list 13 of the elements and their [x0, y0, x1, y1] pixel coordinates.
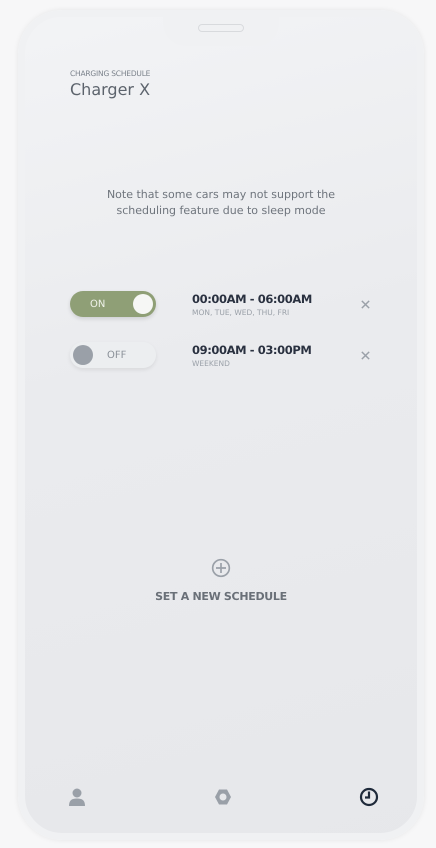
toggle-switch[interactable]: ON [70, 291, 156, 317]
add-icon[interactable] [211, 558, 231, 578]
add-schedule-link[interactable]: SET A NEW SCHEDULE [155, 590, 287, 603]
clock-icon[interactable] [359, 787, 379, 807]
schedule-time: 09:00AM - 03:00PM [192, 342, 312, 356]
toggle-switch[interactable]: OFF [70, 342, 156, 368]
close-icon[interactable] [360, 350, 371, 360]
settings-icon[interactable] [213, 787, 233, 807]
close-icon[interactable] [360, 298, 371, 310]
note-text: Note that some cars may not support the scheduling feature due to sleep mode [106, 187, 336, 219]
profile-icon[interactable] [67, 787, 87, 807]
screen-title: Charger X [70, 80, 152, 99]
schedule-time: 00:00AM - 06:00AM [192, 292, 313, 306]
